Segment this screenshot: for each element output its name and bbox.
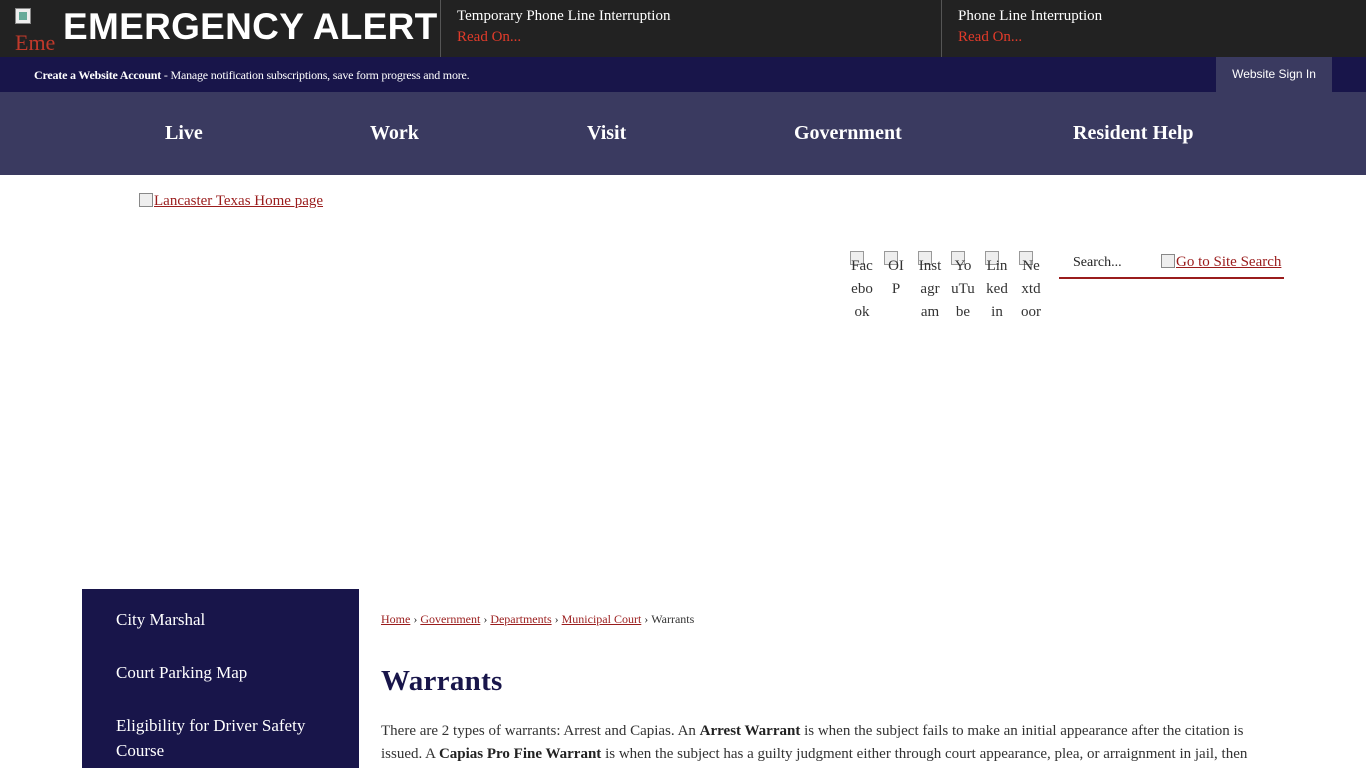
sidebar-item-city-marshal[interactable]: City Marshal xyxy=(82,607,359,632)
broken-image-icon xyxy=(139,193,153,207)
account-bar: Create a Website Account - Manage notifi… xyxy=(0,57,1366,92)
capias-warrant-term: Capias Pro Fine Warrant xyxy=(438,746,602,762)
warrants-description: There are 2 types of warrants: Arrest an… xyxy=(381,723,1248,762)
nav-item-government[interactable]: Government xyxy=(794,122,902,145)
alert-read-on-link[interactable]: Read On... xyxy=(958,29,1366,46)
search-icon xyxy=(1161,254,1175,268)
alert-item[interactable]: Temporary Phone Line Interruption Read O… xyxy=(440,0,941,57)
search-button[interactable]: Go to Site Search xyxy=(1161,254,1281,271)
alert-item-title[interactable]: Temporary Phone Line Interruption xyxy=(457,8,941,25)
sidebar-nav: City Marshal Court Parking Map Eligibili… xyxy=(82,589,359,768)
breadcrumb-government[interactable]: Government xyxy=(420,612,480,626)
main-content: Home › Government › Departments › Municipal Co… xyxy=(381,612,1281,762)
oip-icon[interactable]: OIP xyxy=(884,251,908,301)
nextdoor-label: Nextdoor xyxy=(1021,258,1041,320)
logo-alt-text: Lancaster Texas Home page xyxy=(154,193,324,209)
website-sign-in-button[interactable]: Website Sign In xyxy=(1216,57,1332,92)
account-description: - Manage notification subscriptions, sav… xyxy=(161,68,470,82)
breadcrumb-current: Warrants xyxy=(651,612,695,626)
sidebar-item-court-parking-map[interactable]: Court Parking Map xyxy=(82,660,359,685)
alert-read-on-link[interactable]: Read On... xyxy=(457,29,941,46)
instagram-label: Instagram xyxy=(918,258,942,320)
facebook-label: Facebook xyxy=(851,258,873,320)
home-logo-link[interactable]: Lancaster Texas Home page xyxy=(139,193,323,210)
arrest-warrant-term: Arrest Warrant xyxy=(699,723,801,739)
alert-title: EMERGENCY ALERT xyxy=(63,6,438,47)
nextdoor-icon[interactable]: Nextdoor xyxy=(1019,251,1043,324)
nav-item-visit[interactable]: Visit xyxy=(587,122,626,145)
facebook-icon[interactable]: Facebook xyxy=(850,251,874,324)
create-account-link[interactable]: Create a Website Account xyxy=(34,68,161,82)
youtube-icon[interactable]: YouTube xyxy=(951,251,975,324)
page-title: Warrants xyxy=(381,665,503,697)
site-search: Go to Site Search xyxy=(1059,250,1284,279)
nav-item-resident-help[interactable]: Resident Help xyxy=(1073,122,1194,145)
account-message: Create a Website Account - Manage notifi… xyxy=(34,68,470,83)
breadcrumb-home[interactable]: Home xyxy=(381,612,410,626)
emergency-alert-bar: Emergency EMERGENCY ALERT Temporary Phon… xyxy=(0,0,1366,57)
linkedin-label: Linkedin xyxy=(986,258,1008,320)
breadcrumb: Home › Government › Departments › Municipal Co… xyxy=(381,612,695,626)
breadcrumb-departments[interactable]: Departments xyxy=(490,612,551,626)
emergency-icon-alt: Emergency xyxy=(15,30,55,52)
emergency-icon: Emergency xyxy=(15,8,55,52)
search-input[interactable] xyxy=(1059,250,1159,276)
breadcrumb-municipal-court[interactable]: Municipal Court xyxy=(562,612,642,626)
oip-label: OIP xyxy=(888,258,904,297)
instagram-icon[interactable]: Instagram xyxy=(918,251,942,324)
alert-item-title[interactable]: Phone Line Interruption xyxy=(958,8,1366,25)
sidebar-item-driver-safety-course[interactable]: Eligibility for Driver Safety Course xyxy=(82,713,359,763)
search-button-label: Go to Site Search xyxy=(1176,254,1282,270)
nav-item-live[interactable]: Live xyxy=(165,122,203,145)
youtube-label: YouTube xyxy=(951,258,975,320)
linkedin-icon[interactable]: Linkedin xyxy=(985,251,1009,324)
nav-item-work[interactable]: Work xyxy=(370,122,419,145)
alert-item[interactable]: Phone Line Interruption Read On... xyxy=(941,0,1366,57)
main-nav: Live Work Visit Government Resident Help xyxy=(0,92,1366,175)
